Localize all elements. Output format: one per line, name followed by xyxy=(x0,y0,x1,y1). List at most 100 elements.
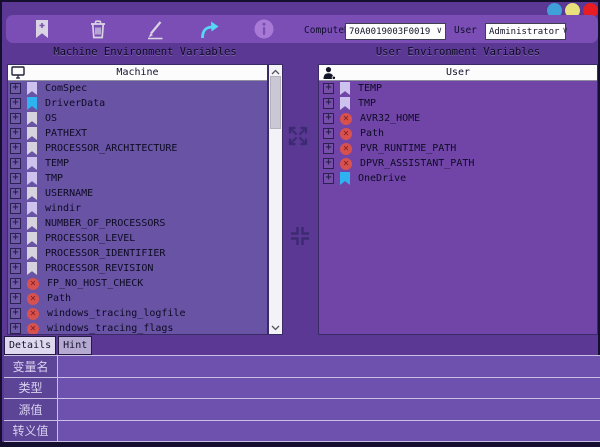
expand-plus-button[interactable] xyxy=(10,158,21,169)
info-button[interactable] xyxy=(253,18,275,40)
variable-status-icon xyxy=(340,97,350,110)
variable-status-icon xyxy=(340,128,352,140)
variable-status-icon xyxy=(27,217,37,230)
detail-field-value xyxy=(58,356,600,377)
variable-name: OS xyxy=(45,113,57,124)
variable-row[interactable]: OneDrive xyxy=(319,171,597,186)
machine-scrollbar[interactable] xyxy=(268,64,283,335)
variable-row[interactable]: windir xyxy=(8,201,267,216)
variable-row[interactable]: TMP xyxy=(8,171,267,186)
expand-plus-button[interactable] xyxy=(323,158,334,169)
variable-status-icon xyxy=(27,262,37,275)
expand-plus-button[interactable] xyxy=(323,113,334,124)
expand-plus-button[interactable] xyxy=(323,128,334,139)
variable-status-icon xyxy=(340,143,352,155)
expand-plus-button[interactable] xyxy=(10,203,21,214)
expand-plus-button[interactable] xyxy=(10,248,21,259)
variable-row[interactable]: NUMBER_OF_PROCESSORS xyxy=(8,216,267,231)
computer-name-select[interactable]: 70A0019003F0019 ∨ xyxy=(345,23,446,40)
variable-name: ComSpec xyxy=(45,83,87,94)
variable-row[interactable]: AVR32_HOME xyxy=(319,111,597,126)
variable-name: windows_tracing_logfile xyxy=(47,308,185,319)
export-button[interactable] xyxy=(198,18,220,40)
add-bookmark-button[interactable] xyxy=(31,18,53,40)
variable-row[interactable]: windows_tracing_logfile xyxy=(8,306,267,321)
variable-name: PROCESSOR_IDENTIFIER xyxy=(45,248,165,259)
detail-field-label: 类型 xyxy=(4,378,58,399)
delete-button[interactable] xyxy=(87,18,109,40)
variable-status-icon xyxy=(27,202,37,215)
expand-plus-button[interactable] xyxy=(10,218,21,229)
variable-name: PATHEXT xyxy=(45,128,87,139)
user-list-header: User xyxy=(319,65,597,81)
variable-row[interactable]: Path xyxy=(319,126,597,141)
machine-header-label: Machine xyxy=(116,67,158,78)
variable-status-icon xyxy=(27,308,39,320)
tab-details[interactable]: Details xyxy=(4,336,56,355)
user-list: User TEMP TMP xyxy=(318,64,598,335)
expand-arrows-icon xyxy=(285,123,311,149)
variable-row[interactable]: TMP xyxy=(319,96,597,111)
expand-plus-button[interactable] xyxy=(10,128,21,139)
variable-name: windir xyxy=(45,203,81,214)
expand-plus-button[interactable] xyxy=(10,98,21,109)
detail-field-value xyxy=(58,421,600,442)
variable-row[interactable]: PROCESSOR_IDENTIFIER xyxy=(8,246,267,261)
variable-row[interactable]: windows_tracing_flags xyxy=(8,321,267,334)
expand-plus-button[interactable] xyxy=(10,233,21,244)
variable-name: USERNAME xyxy=(45,188,93,199)
detail-table: 变量名 类型 源值 转义值 xyxy=(4,355,600,442)
expand-plus-button[interactable] xyxy=(323,173,334,184)
variable-row[interactable]: DriverData xyxy=(8,96,267,111)
variable-name: OneDrive xyxy=(358,173,406,184)
info-icon xyxy=(253,18,275,40)
user-header-label: User xyxy=(446,67,470,78)
variable-row[interactable]: PATHEXT xyxy=(8,126,267,141)
variable-row[interactable]: OS xyxy=(8,111,267,126)
edit-button[interactable] xyxy=(144,18,166,40)
variable-name: PROCESSOR_ARCHITECTURE xyxy=(45,143,177,154)
user-panel: User TEMP TMP xyxy=(318,64,598,335)
detail-field-label: 变量名 xyxy=(4,356,58,377)
variable-row[interactable]: PROCESSOR_ARCHITECTURE xyxy=(8,141,267,156)
chevron-down-icon: ∨ xyxy=(562,27,567,36)
variable-row[interactable]: PROCESSOR_LEVEL xyxy=(8,231,267,246)
expand-plus-button[interactable] xyxy=(10,293,21,304)
expand-plus-button[interactable] xyxy=(10,113,21,124)
expand-all-button[interactable] xyxy=(285,123,311,149)
variable-name: PROCESSOR_REVISION xyxy=(45,263,153,274)
user-select[interactable]: Administrator ∨ xyxy=(485,23,566,40)
variable-status-icon xyxy=(27,232,37,245)
expand-plus-button[interactable] xyxy=(10,323,21,334)
expand-plus-button[interactable] xyxy=(323,98,334,109)
variable-row[interactable]: ComSpec xyxy=(8,81,267,96)
variable-row[interactable]: DPVR_ASSISTANT_PATH xyxy=(319,156,597,171)
expand-plus-button[interactable] xyxy=(10,278,21,289)
variable-status-icon xyxy=(340,82,350,95)
variable-row[interactable]: Path xyxy=(8,291,267,306)
scroll-down-button[interactable] xyxy=(269,321,282,334)
variable-row[interactable]: PROCESSOR_REVISION xyxy=(8,261,267,276)
variable-row[interactable]: USERNAME xyxy=(8,186,267,201)
machine-list: Machine ComSpec DriverDa xyxy=(7,64,268,335)
collapse-all-button[interactable] xyxy=(287,223,313,249)
expand-plus-button[interactable] xyxy=(323,143,334,154)
expand-plus-button[interactable] xyxy=(10,143,21,154)
variable-row[interactable]: FP_NO_HOST_CHECK xyxy=(8,276,267,291)
variable-row[interactable]: PVR_RUNTIME_PATH xyxy=(319,141,597,156)
variable-row[interactable]: TEMP xyxy=(319,81,597,96)
variable-status-icon xyxy=(340,172,350,185)
chevron-down-icon: ∨ xyxy=(437,27,442,36)
scroll-thumb[interactable] xyxy=(270,76,281,129)
delete-trash-icon xyxy=(87,18,109,40)
export-share-icon xyxy=(198,18,220,40)
tab-hint[interactable]: Hint xyxy=(58,336,92,355)
expand-plus-button[interactable] xyxy=(10,263,21,274)
expand-plus-button[interactable] xyxy=(10,188,21,199)
expand-plus-button[interactable] xyxy=(10,308,21,319)
expand-plus-button[interactable] xyxy=(10,173,21,184)
expand-plus-button[interactable] xyxy=(10,83,21,94)
detail-field-label: 源值 xyxy=(4,399,58,420)
variable-row[interactable]: TEMP xyxy=(8,156,267,171)
variable-name: windows_tracing_flags xyxy=(47,323,173,334)
